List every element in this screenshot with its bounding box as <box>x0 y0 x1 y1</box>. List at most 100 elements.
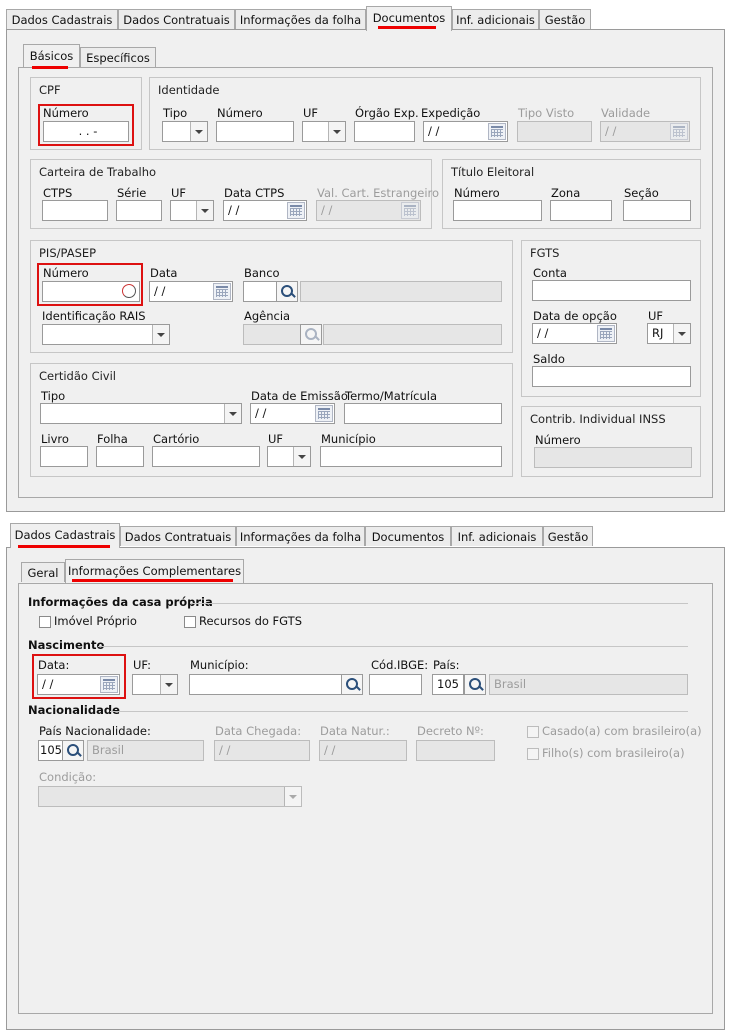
history-icon[interactable] <box>122 284 136 298</box>
titulo-numero-input[interactable] <box>453 200 542 221</box>
tab-inf-adicionais[interactable]: Inf. adicionais <box>451 526 543 546</box>
titulo-numero-label: Número <box>454 186 500 200</box>
recursos-fgts-checkbox[interactable] <box>184 616 196 628</box>
search-icon[interactable] <box>62 740 84 761</box>
titulo-zona-input[interactable] <box>550 200 612 221</box>
carteira-val-cart-input: / / <box>316 200 421 221</box>
chevron-down-icon[interactable] <box>328 122 345 141</box>
cpf-numero-input[interactable]: . . - <box>43 121 129 142</box>
chevron-down-icon[interactable] <box>152 325 169 344</box>
pis-data-value: / / <box>154 284 166 298</box>
subtab-especificos[interactable]: Específicos <box>80 47 156 67</box>
certidao-termo-label: Termo/Matrícula <box>345 389 438 403</box>
titulo-title: Título Eleitoral <box>451 165 535 179</box>
subtab-geral[interactable]: Geral <box>21 562 65 582</box>
certidao-municipio-input[interactable] <box>320 446 502 467</box>
nascimento-pais-code-input[interactable]: 105 <box>432 674 464 695</box>
titulo-secao-input[interactable] <box>623 200 691 221</box>
inss-title: Contrib. Individual INSS <box>530 412 666 426</box>
certidao-livro-input[interactable] <box>40 446 88 467</box>
identidade-tipo-label: Tipo <box>163 106 188 120</box>
identidade-validade-label: Validade <box>601 106 651 120</box>
carteira-serie-input[interactable] <box>116 200 162 221</box>
fgts-title: FGTS <box>530 246 560 260</box>
calendar-icon[interactable] <box>597 325 615 342</box>
search-icon[interactable] <box>341 674 363 695</box>
search-icon <box>300 324 322 345</box>
tab-dados-contratuais[interactable]: Dados Contratuais <box>118 9 235 29</box>
chevron-down-icon[interactable] <box>293 447 310 466</box>
tab-dados-contratuais[interactable]: Dados Contratuais <box>120 526 236 546</box>
carteira-ctps-input[interactable] <box>42 200 108 221</box>
fgts-data-opcao-input[interactable]: / / <box>532 323 617 344</box>
tab-gestao[interactable]: Gestão <box>539 9 591 29</box>
chevron-down-icon[interactable] <box>196 201 213 220</box>
chevron-down-icon[interactable] <box>673 324 690 343</box>
tab-informacoes-folha[interactable]: Informações da folha <box>236 526 365 546</box>
fgts-data-opcao-label: Data de opção <box>533 309 617 323</box>
inss-numero-input <box>534 447 692 468</box>
identidade-uf-select[interactable] <box>302 121 346 142</box>
nascimento-cod-ibge-input[interactable] <box>369 674 422 695</box>
nascimento-pais-label: País: <box>433 658 460 672</box>
calendar-icon[interactable] <box>213 283 231 300</box>
imovel-proprio-checkbox[interactable] <box>39 616 51 628</box>
pis-banco-label: Banco <box>244 266 280 280</box>
certidao-cartorio-input[interactable] <box>152 446 260 467</box>
fgts-saldo-input[interactable] <box>532 366 691 387</box>
search-icon[interactable] <box>464 674 486 695</box>
pis-banco-code-input[interactable] <box>243 281 277 302</box>
nascimento-municipio-input[interactable] <box>189 674 342 695</box>
nascimento-uf-select[interactable] <box>132 674 178 695</box>
condicao-select <box>38 786 302 807</box>
pis-agencia-label: Agência <box>244 309 291 323</box>
active-tab-underline <box>378 26 436 29</box>
data-natur-value: / / <box>324 743 336 757</box>
pis-rais-select[interactable] <box>42 324 170 345</box>
identidade-orgao-input[interactable] <box>354 121 415 142</box>
bottom-tab-bar: Dados Cadastrais Dados Contratuais Infor… <box>6 523 726 548</box>
calendar-icon[interactable] <box>315 405 333 422</box>
carteira-uf-select[interactable] <box>170 200 214 221</box>
carteira-val-cart-label: Val. Cart. Estrangeiro <box>317 186 440 200</box>
casado-label: Casado(a) com brasileiro(a) <box>542 724 702 738</box>
tab-informacoes-folha[interactable]: Informações da folha <box>235 9 366 29</box>
nascimento-pais-name: Brasil <box>489 674 688 695</box>
nascimento-data-input[interactable]: / / <box>37 674 120 695</box>
nacionalidade-pais-code-input[interactable]: 105 <box>38 740 63 761</box>
certidao-data-emissao-input[interactable]: / / <box>250 403 335 424</box>
pis-data-input[interactable]: / / <box>149 281 233 302</box>
casado-checkbox <box>527 726 539 738</box>
pis-numero-input[interactable] <box>42 281 140 302</box>
certidao-termo-input[interactable] <box>344 403 502 424</box>
certidao-data-emissao-value: / / <box>255 406 267 420</box>
calendar-icon[interactable] <box>287 202 305 219</box>
recursos-fgts-label: Recursos do FGTS <box>199 614 302 628</box>
data-chegada-input: / / <box>214 740 310 761</box>
calendar-icon[interactable] <box>488 123 506 140</box>
identidade-expedicao-label: Expedição <box>421 106 481 120</box>
tab-inf-adicionais[interactable]: Inf. adicionais <box>452 9 539 29</box>
certidao-folha-input[interactable] <box>96 446 144 467</box>
carteira-data-ctps-input[interactable]: / / <box>223 200 307 221</box>
chevron-down-icon[interactable] <box>160 675 177 694</box>
search-icon[interactable] <box>276 281 298 302</box>
fgts-uf-select[interactable]: RJ <box>647 323 691 344</box>
tab-documentos[interactable]: Documentos <box>365 526 451 546</box>
calendar-icon[interactable] <box>100 676 118 693</box>
chevron-down-icon[interactable] <box>190 122 207 141</box>
cpf-numero-label: Número <box>43 106 89 120</box>
certidao-tipo-select[interactable] <box>40 403 242 424</box>
carteira-data-ctps-label: Data CTPS <box>224 186 285 200</box>
fgts-conta-input[interactable] <box>532 280 691 301</box>
data-chegada-value: / / <box>219 743 231 757</box>
identidade-expedicao-input[interactable]: / / <box>423 121 508 142</box>
condicao-label: Condição: <box>39 770 97 784</box>
identidade-numero-input[interactable] <box>216 121 294 142</box>
tab-dados-cadastrais[interactable]: Dados Cadastrais <box>6 9 118 29</box>
tab-gestao[interactable]: Gestão <box>543 526 593 546</box>
nacionalidade-title: Nacionalidade <box>28 703 120 717</box>
chevron-down-icon[interactable] <box>224 404 241 423</box>
identidade-tipo-select[interactable] <box>162 121 208 142</box>
certidao-uf-select[interactable] <box>267 446 311 467</box>
